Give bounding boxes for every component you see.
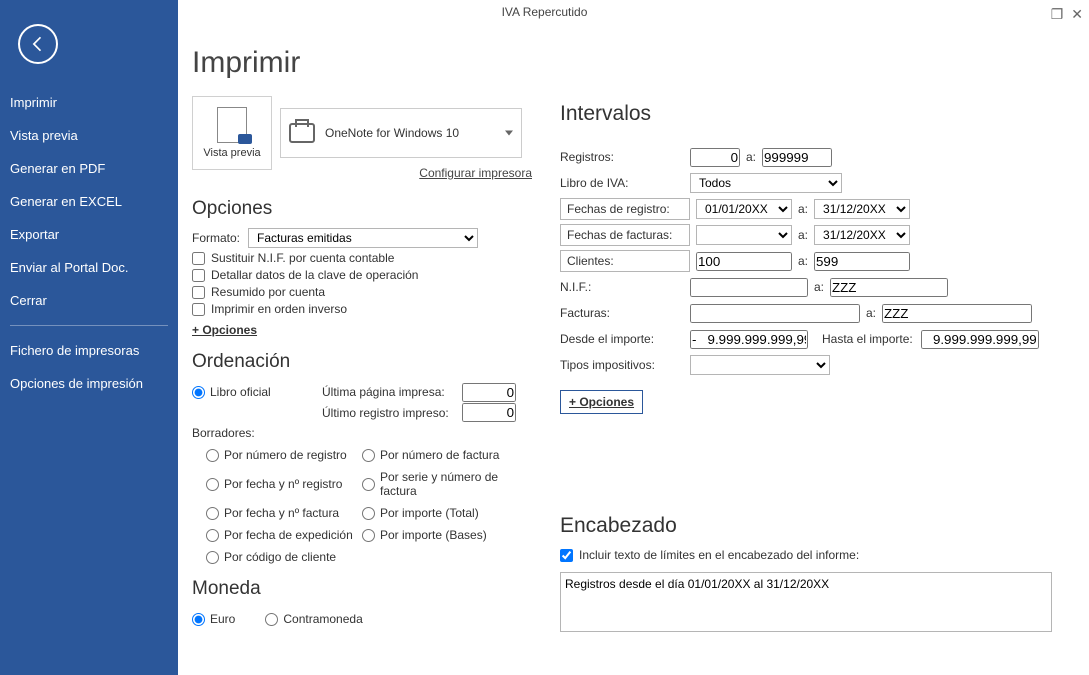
fechas-facturas-button[interactable]: Fechas de facturas: — [560, 224, 690, 246]
sidebar-item-excel[interactable]: Generar en EXCEL — [0, 185, 178, 218]
document-print-icon — [217, 107, 247, 143]
chevron-down-icon — [505, 131, 513, 136]
chk-resumido[interactable]: Resumido por cuenta — [192, 285, 550, 299]
arrow-left-icon — [28, 34, 48, 54]
registros-label: Registros: — [560, 150, 690, 164]
printer-icon — [289, 123, 315, 143]
encabezado-heading: Encabezado — [560, 514, 1069, 538]
fechas-registro-button[interactable]: Fechas de registro: — [560, 198, 690, 220]
desde-importe-input[interactable] — [690, 330, 808, 349]
window-title: IVA Repercutido — [502, 5, 588, 19]
rad-importe-bases[interactable]: Por importe (Bases) — [362, 528, 532, 542]
registros-from[interactable] — [690, 148, 740, 167]
borradores-label: Borradores: — [192, 426, 550, 440]
chk-orden-inverso[interactable]: Imprimir en orden inverso — [192, 302, 550, 316]
rad-importe-total[interactable]: Por importe (Total) — [362, 506, 532, 520]
sidebar-item-portal[interactable]: Enviar al Portal Doc. — [0, 251, 178, 284]
vista-previa-label: Vista previa — [203, 147, 260, 159]
printer-name: OneNote for Windows 10 — [325, 126, 459, 140]
rad-libro-oficial[interactable]: Libro oficial — [192, 385, 322, 399]
ordenacion-heading: Ordenación — [192, 351, 550, 373]
fecreg-to[interactable]: 31/12/20XX — [814, 199, 910, 219]
vista-previa-button[interactable]: Vista previa — [192, 96, 272, 170]
nif-to[interactable] — [830, 278, 948, 297]
registros-to[interactable] — [762, 148, 832, 167]
maximize-icon[interactable]: ❐ — [1051, 2, 1064, 26]
ultpag-label: Última página impresa: — [322, 385, 462, 399]
hasta-importe-input[interactable] — [921, 330, 1039, 349]
tipos-select[interactable] — [690, 355, 830, 375]
chk-incluir-texto[interactable]: Incluir texto de límites en el encabezad… — [560, 548, 1069, 562]
nif-from[interactable] — [690, 278, 808, 297]
sidebar-item-opciones[interactable]: Opciones de impresión — [0, 367, 178, 400]
rad-fecha-factura[interactable]: Por fecha y nº factura — [206, 506, 356, 520]
fecreg-from[interactable]: 01/01/20XX — [696, 199, 792, 219]
moneda-heading: Moneda — [192, 578, 550, 600]
hasta-importe-label: Hasta el importe: — [822, 332, 913, 346]
rad-fecha-registro[interactable]: Por fecha y nº registro — [206, 470, 356, 498]
configure-printer-link[interactable]: Configurar impresora — [419, 166, 532, 180]
rad-euro[interactable]: Euro — [192, 612, 235, 626]
sidebar-item-cerrar[interactable]: Cerrar — [0, 284, 178, 317]
rad-num-factura[interactable]: Por número de factura — [362, 448, 532, 462]
libroiva-select[interactable]: Todos — [690, 173, 842, 193]
opciones-more-link[interactable]: + Opciones — [192, 323, 257, 337]
fecfac-to[interactable]: 31/12/20XX — [814, 225, 910, 245]
ultpag-input[interactable] — [462, 383, 516, 402]
rad-serie-factura[interactable]: Por serie y número de factura — [362, 470, 532, 498]
sidebar: Imprimir Vista previa Generar en PDF Gen… — [0, 0, 178, 675]
tipos-label: Tipos impositivos: — [560, 358, 690, 372]
sidebar-item-vista-previa[interactable]: Vista previa — [0, 119, 178, 152]
back-button[interactable] — [18, 24, 58, 64]
desde-importe-label: Desde el importe: — [560, 332, 690, 346]
sidebar-item-imprimir[interactable]: Imprimir — [0, 86, 178, 119]
printer-selector[interactable]: OneNote for Windows 10 — [280, 108, 522, 158]
sidebar-item-exportar[interactable]: Exportar — [0, 218, 178, 251]
clientes-button[interactable]: Clientes: — [560, 250, 690, 272]
fecfac-from[interactable] — [696, 225, 792, 245]
clientes-to[interactable] — [814, 252, 910, 271]
close-icon[interactable]: ✕ — [1071, 2, 1083, 26]
chk-sustituir-nif[interactable]: Sustituir N.I.F. por cuenta contable — [192, 251, 550, 265]
rad-num-registro[interactable]: Por número de registro — [206, 448, 356, 462]
facturas-label: Facturas: — [560, 306, 690, 320]
page-title: Imprimir — [192, 46, 1069, 80]
nif-label: N.I.F.: — [560, 280, 690, 294]
formato-label: Formato: — [192, 231, 248, 245]
facturas-from[interactable] — [690, 304, 860, 323]
facturas-to[interactable] — [882, 304, 1032, 323]
intervalos-heading: Intervalos — [560, 102, 1069, 126]
rad-contramoneda[interactable]: Contramoneda — [265, 612, 362, 626]
chk-detallar-clave[interactable]: Detallar datos de la clave de operación — [192, 268, 550, 282]
clientes-from[interactable] — [696, 252, 792, 271]
sidebar-item-fichero[interactable]: Fichero de impresoras — [0, 334, 178, 367]
intervalos-more-link[interactable]: + Opciones — [560, 390, 643, 414]
formato-select[interactable]: Facturas emitidas — [248, 228, 478, 248]
rad-fecha-expedicion[interactable]: Por fecha de expedición — [206, 528, 356, 542]
rad-codigo-cliente[interactable]: Por código de cliente — [206, 550, 356, 564]
libroiva-label: Libro de IVA: — [560, 176, 690, 190]
ultreg-input[interactable] — [462, 403, 516, 422]
opciones-heading: Opciones — [192, 198, 550, 220]
encabezado-textarea[interactable] — [560, 572, 1052, 632]
ultreg-label: Último registro impreso: — [322, 406, 462, 420]
sidebar-item-pdf[interactable]: Generar en PDF — [0, 152, 178, 185]
